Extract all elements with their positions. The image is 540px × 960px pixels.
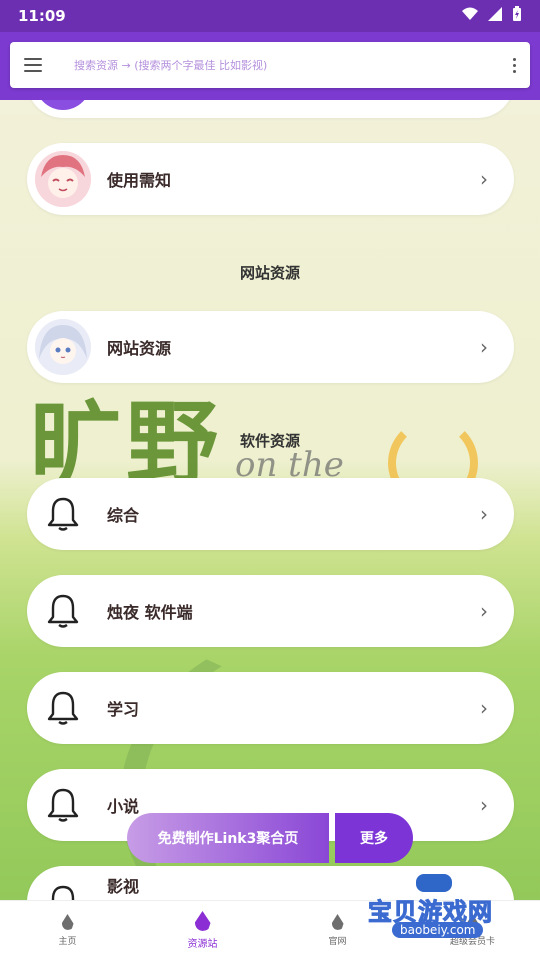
drop-icon <box>331 914 344 930</box>
list-item-website[interactable]: 网站资源 › <box>27 311 514 383</box>
list-item-video[interactable]: 影视 <box>27 866 514 900</box>
list-item-label: 网站资源 <box>107 339 172 358</box>
list-item-zhuye[interactable]: 烛夜 软件端 › <box>27 575 514 647</box>
menu-icon[interactable] <box>24 58 42 72</box>
list-item-label: 影视 <box>107 877 140 896</box>
chevron-right-icon: › <box>480 335 488 359</box>
list-item-label: 小说 <box>107 797 140 816</box>
bell-icon <box>35 583 91 639</box>
make-link3-button[interactable]: 免费制作Link3聚合页 <box>127 813 329 863</box>
anime-girl-white-hair-avatar <box>35 319 91 375</box>
chevron-right-icon: › <box>480 696 488 720</box>
tab-home[interactable]: 主页 <box>0 901 135 960</box>
anime-girl-pink-avatar <box>35 151 91 207</box>
tab-resource-station[interactable]: 资源站 <box>135 901 270 960</box>
bell-icon <box>35 874 91 900</box>
list-item-label: 使用需知 <box>107 171 172 190</box>
wifi-icon <box>462 7 478 25</box>
search-placeholder[interactable]: 搜索资源 → (搜索两个字最佳 比如影视) <box>74 57 267 73</box>
list-item-study[interactable]: 学习 › <box>27 672 514 744</box>
list-item-partial[interactable] <box>27 100 514 118</box>
list-item-label: 学习 <box>107 700 140 719</box>
bell-icon <box>35 680 91 736</box>
chevron-right-icon: › <box>480 167 488 191</box>
list-item-label: 烛夜 软件端 <box>107 603 193 622</box>
tab-label: 主页 <box>58 937 77 947</box>
list-item-general[interactable]: 综合 › <box>27 478 514 550</box>
signal-icon <box>488 7 502 25</box>
tab-label: 官网 <box>328 937 347 947</box>
bottom-nav: 主页 资源站 官网 超级会员卡 <box>0 900 540 960</box>
search-bar[interactable]: 搜索资源 → (搜索两个字最佳 比如影视) <box>10 42 530 88</box>
status-time: 11:09 <box>18 7 66 25</box>
drop-icon <box>194 911 211 931</box>
chevron-right-icon: › <box>480 599 488 623</box>
tab-official-site[interactable]: 官网 <box>270 901 405 960</box>
drop-icon <box>61 914 74 930</box>
list-item-usage[interactable]: 使用需知 › <box>27 143 514 215</box>
more-options-icon[interactable] <box>513 57 516 73</box>
tab-label: 资源站 <box>187 939 218 950</box>
chevron-right-icon: › <box>480 793 488 817</box>
bell-icon <box>35 486 91 542</box>
drop-icon <box>466 914 479 930</box>
more-button[interactable]: 更多 <box>335 813 413 863</box>
purple-avatar <box>35 100 91 110</box>
bell-icon <box>35 777 91 833</box>
status-icons <box>462 6 522 26</box>
list-item-label: 综合 <box>107 506 140 525</box>
section-title-website: 网站资源 <box>239 264 300 282</box>
battery-icon <box>512 6 522 26</box>
chevron-right-icon: › <box>480 502 488 526</box>
tab-label: 超级会员卡 <box>449 937 495 947</box>
section-title-software: 软件资源 <box>239 432 300 450</box>
tab-vip-card[interactable]: 超级会员卡 <box>405 901 540 960</box>
resource-list: 使用需知 › 网站资源 网站资源 › 软件资源 综合 › 烛夜 软件端 › 学习… <box>0 100 540 900</box>
status-bar: 11:09 <box>0 0 540 32</box>
